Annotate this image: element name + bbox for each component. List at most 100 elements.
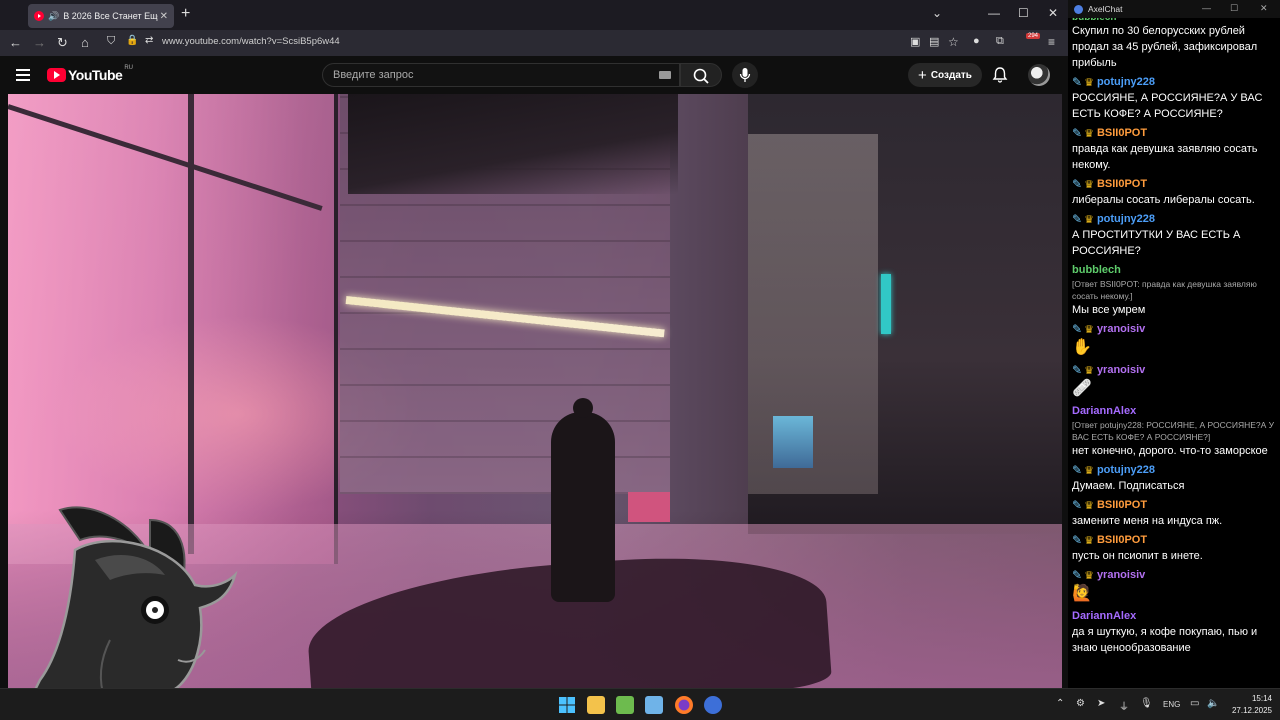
url-field[interactable]: www.youtube.com/watch?v=ScsiB5p6w44 (162, 36, 340, 47)
reload-icon[interactable]: ↻ (57, 35, 68, 51)
chat-username: potujny228 (1096, 213, 1156, 225)
shield-icon[interactable]: ⛉ (107, 35, 115, 48)
plus-icon: + (918, 66, 927, 84)
sword-badge-icon: ✎ (1072, 463, 1083, 477)
search-button[interactable] (680, 63, 722, 87)
browser-menu-icon[interactable]: ≡ (1048, 35, 1055, 49)
tab-list-chevron-icon[interactable]: ⌄ (932, 6, 942, 20)
chat-text: либералы сосать либералы сосать. (1072, 194, 1255, 206)
chat-message: ✎ ♛ yranoisiv ✋ (1072, 321, 1276, 359)
chat-maximize-button[interactable]: ☐ (1230, 3, 1238, 14)
extensions-icon[interactable]: ⧉ (996, 35, 1004, 48)
chat-reply-quote: [Ответ potujny228: РОССИЯНЕ, А РОССИЯНЕ?… (1072, 420, 1275, 442)
crown-badge-icon: ♛ (1084, 364, 1094, 377)
chat-text: Скупил по 30 белорусских рублей продал з… (1072, 25, 1258, 69)
chat-message: DariannAlex [Ответ potujny228: РОССИЯНЕ,… (1072, 403, 1276, 459)
chat-username: BSII0POT (1096, 127, 1148, 139)
permissions-icon[interactable]: ⇄ (145, 35, 153, 46)
sword-badge-icon: ✎ (1072, 75, 1083, 89)
sword-badge-icon: ✎ (1072, 533, 1083, 547)
chat-message: ✎ ♛ yranoisiv 🩹 (1072, 362, 1276, 400)
firefox-icon[interactable] (675, 696, 693, 714)
speaker-icon[interactable]: 🔊 (48, 11, 59, 22)
youtube-logo[interactable]: YouTube RU (47, 65, 133, 83)
microphone-tray-icon[interactable]: 🎙 (1140, 698, 1153, 709)
create-button[interactable]: + Создать (908, 63, 982, 87)
sword-badge-icon: ✎ (1072, 498, 1083, 512)
steam-icon[interactable]: ⚙ (1076, 698, 1085, 709)
chat-username: yranoisiv (1096, 323, 1146, 335)
sword-badge-icon: ✎ (1072, 568, 1083, 582)
clock[interactable]: 15:14 27.12.2025 (1230, 693, 1272, 717)
chat-minimize-button[interactable]: — (1202, 3, 1211, 13)
crown-badge-icon: ♛ (1084, 127, 1094, 140)
chat-message: ✎ ♛ BSII0POT замените меня на индуса пж. (1072, 497, 1276, 529)
tab-title: В 2026 Все Станет Еще ХУЖ (63, 11, 158, 21)
chat-message: Скупил по 30 белорусских рублей продал з… (1072, 23, 1276, 71)
video-scene-awning (348, 94, 678, 194)
clock-date: 27.12.2025 (1231, 706, 1272, 715)
telegram-icon[interactable]: ➤ (1097, 698, 1105, 709)
usb-icon[interactable]: ⏚ (1119, 698, 1129, 713)
goat-avatar-overlay (18, 506, 238, 720)
chat-username: DariannAlex (1072, 610, 1137, 622)
picture-in-picture-icon[interactable]: ▣ (910, 35, 920, 48)
extension-badge[interactable]: 294 (1026, 33, 1041, 39)
back-arrow-icon[interactable]: ← (9, 35, 22, 50)
notifications-bell-icon[interactable] (991, 66, 1009, 89)
tray-overflow-chevron-icon[interactable]: ⌃ (1056, 698, 1064, 709)
chat-text: правда как девушка заявляю сосать некому… (1072, 143, 1258, 171)
chat-text: РОССИЯНЕ, А РОССИЯНЕ?А У ВАС ЕСТЬ КОФЕ? … (1072, 92, 1263, 120)
account-icon[interactable]: ● (973, 35, 980, 47)
video-scene-cart (628, 492, 670, 522)
start-menu-icon[interactable] (558, 696, 576, 714)
search-input[interactable] (323, 64, 643, 86)
minimize-button[interactable]: — (988, 6, 1000, 20)
maximize-button[interactable]: ☐ (1018, 6, 1029, 20)
tab-youtube[interactable]: 🔊 В 2026 Все Станет Еще ХУЖ ✕ (28, 4, 174, 28)
crown-badge-icon: ♛ (1084, 323, 1094, 336)
crown-badge-icon: ♛ (1084, 76, 1094, 89)
chat-message: ✎ ♛ BSII0POT правда как девушка заявляю со… (1072, 125, 1276, 173)
raising-hand-emoji-icon: 🙋 (1072, 585, 1092, 602)
reader-view-icon[interactable]: ▤ (929, 35, 939, 48)
lock-icon[interactable]: 🔒 (126, 35, 138, 46)
crown-badge-icon: ♛ (1084, 464, 1094, 477)
close-window-button[interactable]: ✕ (1048, 6, 1058, 20)
crown-badge-icon: ♛ (1084, 534, 1094, 547)
nav-bar: ← → ↻ ⌂ ⛉ 🔒 ⇄ www.youtube.com/watch?v=Sc… (0, 30, 1068, 56)
chat-text: Думаем. Подписаться (1072, 480, 1185, 492)
crown-badge-icon: ♛ (1084, 213, 1094, 226)
video-scene-person (551, 398, 615, 602)
chat-messages[interactable]: bubblech Скупил по 30 белорусских рублей… (1072, 13, 1276, 659)
video-scene-glass-facade (8, 94, 338, 564)
bookmark-star-icon[interactable]: ☆ (948, 35, 959, 49)
voice-search-button[interactable] (732, 62, 758, 88)
new-tab-button[interactable]: + (181, 5, 190, 23)
region-code: RU (124, 65, 133, 71)
guide-menu-icon[interactable] (16, 69, 30, 84)
axelchat-taskbar-icon[interactable] (704, 696, 722, 714)
chat-close-button[interactable]: ✕ (1260, 3, 1268, 14)
user-avatar[interactable] (1028, 64, 1050, 86)
notepad-icon[interactable] (645, 696, 663, 714)
file-explorer-icon[interactable] (587, 696, 605, 714)
crown-badge-icon: ♛ (1084, 178, 1094, 191)
keyboard-icon[interactable] (659, 71, 671, 79)
chat-text: да я шуткую, я кофе покупаю, пью и знаю … (1072, 626, 1258, 654)
forward-arrow-icon[interactable]: → (33, 35, 46, 50)
chat-message: ✎ ♛ BSII0POT пусть он псиопит в инете. (1072, 532, 1276, 564)
raised-hand-emoji-icon: ✋ (1072, 339, 1092, 356)
chat-username: potujny228 (1096, 76, 1156, 88)
youtube-wordmark: YouTube (68, 67, 123, 83)
image-editor-icon[interactable] (616, 696, 634, 714)
volume-icon[interactable]: 🔈 (1207, 698, 1219, 709)
network-icon[interactable]: ▭ (1190, 698, 1199, 709)
bandage-emoji-icon: 🩹 (1072, 380, 1092, 397)
language-indicator[interactable]: ENG (1163, 700, 1180, 709)
tab-close-icon[interactable]: ✕ (160, 11, 168, 22)
chat-panel: bubblech Скупил по 30 белорусских рублей… (1068, 0, 1280, 688)
youtube-favicon-icon (34, 11, 44, 21)
home-icon[interactable]: ⌂ (81, 35, 89, 50)
search-box (322, 63, 680, 87)
